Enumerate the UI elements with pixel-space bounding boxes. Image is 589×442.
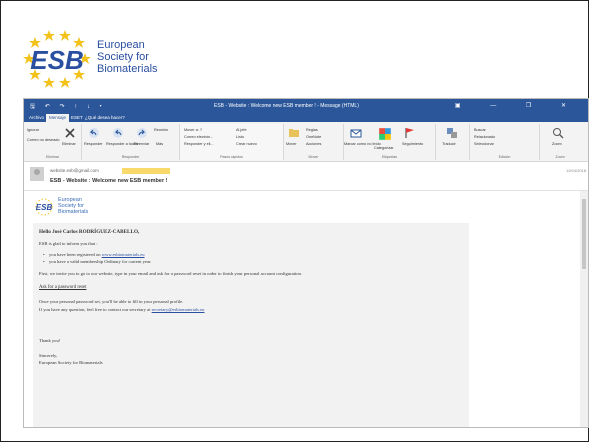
ribbon-tabs: Archivo Mensaje ESET ¿Qué desea hacer? bbox=[24, 113, 588, 122]
quick-step-move-to[interactable]: Mover a: ? bbox=[184, 128, 202, 132]
group-label-delete: Eliminar bbox=[46, 155, 59, 159]
vertical-scrollbar[interactable] bbox=[580, 191, 588, 427]
move-folder-icon[interactable] bbox=[288, 127, 300, 139]
tab-file[interactable]: Archivo bbox=[26, 114, 47, 122]
zoom-magnifier-icon[interactable] bbox=[552, 127, 564, 139]
tab-tell-me[interactable]: ¿Qué desea hacer? bbox=[82, 114, 128, 122]
questions-text: If you have any question, feel free to c… bbox=[39, 307, 204, 312]
reply-all-icon[interactable] bbox=[112, 127, 124, 139]
sender-address[interactable]: website.esb@gmail.com bbox=[50, 168, 99, 173]
translate-button[interactable]: Traducir bbox=[442, 142, 456, 146]
window-controls[interactable]: ▣ — ❐ ✕ bbox=[455, 102, 580, 109]
group-label-tags: Etiquetas bbox=[382, 155, 397, 159]
group-label-editing: Edición bbox=[498, 155, 511, 159]
rules-button[interactable]: Reglas bbox=[306, 128, 318, 132]
group-label-move: Mover bbox=[308, 155, 319, 159]
find-button[interactable]: Buscar bbox=[474, 128, 486, 132]
intro-text: ESB is glad to inform you that : bbox=[39, 241, 98, 246]
quick-step-to-manager[interactable]: Al jefe bbox=[236, 128, 247, 132]
email-logo-text: European Society for Biomaterials bbox=[58, 197, 88, 215]
title-bar: 🖫 ↶ ↷ ↑ ↓ ▾ ESB - Website : Welcome new … bbox=[24, 99, 588, 113]
categorize-icon[interactable] bbox=[378, 127, 392, 141]
once-text: Once your personal password set, you'll … bbox=[39, 299, 184, 304]
logo-line-1: European bbox=[97, 39, 145, 51]
bullet-membership: you have a valid membership Ordinary for… bbox=[43, 259, 151, 264]
group-editing: Buscar Relacionado Seleccionar Edición bbox=[470, 124, 540, 160]
delete-button[interactable]: Eliminar bbox=[62, 142, 76, 146]
scrollbar-thumb[interactable] bbox=[582, 199, 586, 269]
bullet-registered: you have been registered on www.esbiomat… bbox=[43, 252, 145, 257]
logo-text: European Society for Biomaterials bbox=[97, 39, 158, 75]
group-quick-steps: Mover a: ? Correo electrón... Responder … bbox=[180, 124, 284, 160]
questions-text-lead: If you have any question, feel free to c… bbox=[39, 307, 152, 312]
junk-button[interactable]: Correo no deseado bbox=[27, 138, 60, 142]
forward-icon[interactable] bbox=[136, 127, 148, 139]
secretary-email-link[interactable]: secretary@esbiomaterials.eu bbox=[152, 307, 205, 312]
email-content-card: Hello José Carlos RODRÍGUEZ-CABELLO, ESB… bbox=[33, 223, 469, 427]
more-button[interactable]: Más bbox=[156, 142, 163, 146]
onenote-button[interactable]: OneNote bbox=[306, 135, 321, 139]
invite-text: First, we invite you to go to our websit… bbox=[39, 271, 302, 276]
message-subject: ESB - Website : Welcome new ESB member ! bbox=[50, 178, 168, 184]
select-button[interactable]: Seleccionar bbox=[474, 142, 494, 146]
password-reset-link[interactable]: Ask for a password reset bbox=[39, 285, 86, 290]
greeting: Hello José Carlos RODRÍGUEZ-CABELLO, bbox=[39, 229, 140, 235]
message-date: 12/04/2018 bbox=[565, 168, 586, 173]
tab-message[interactable]: Mensaje bbox=[46, 114, 70, 122]
group-move: Mover Reglas OneNote Acciones Mover bbox=[284, 124, 344, 160]
signature-text: European Society for Biomaterials bbox=[39, 360, 103, 365]
reply-icon[interactable] bbox=[88, 127, 100, 139]
message-body: ESB European Society for Biomaterials He… bbox=[24, 191, 582, 427]
quick-access-toolbar[interactable]: 🖫 ↶ ↷ ↑ ↓ ▾ bbox=[30, 102, 106, 112]
group-label-zoom: Zoom bbox=[555, 155, 565, 159]
actions-button[interactable]: Acciones bbox=[306, 142, 321, 146]
svg-text:ESB: ESB bbox=[36, 203, 53, 212]
message-header: website.esb@gmail.com ESB - Website : We… bbox=[24, 163, 588, 191]
group-translate: Traducir bbox=[436, 124, 470, 160]
delete-x-icon[interactable] bbox=[64, 127, 76, 139]
related-button[interactable]: Relacionado bbox=[474, 135, 495, 139]
email-esb-logo: ESB bbox=[35, 198, 53, 216]
group-respond: Responder Responder a todos Reenviar Reu… bbox=[82, 124, 180, 160]
quick-step-create-new[interactable]: Crear nuevo bbox=[236, 142, 257, 146]
group-delete: Ignorar Correo no deseado Eliminar Elimi… bbox=[24, 124, 82, 160]
followup-button[interactable]: Seguimiento bbox=[402, 142, 423, 146]
website-link[interactable]: www.esbiomaterials.eu bbox=[102, 252, 145, 257]
bullet-registered-text: you have been registered on bbox=[49, 252, 102, 257]
followup-flag-icon[interactable] bbox=[404, 127, 416, 139]
mark-unread-icon[interactable] bbox=[350, 127, 362, 139]
translate-icon[interactable] bbox=[446, 127, 458, 139]
sincerely-text: Sincerely, bbox=[39, 353, 58, 358]
slide-frame: ESB European Society for Biomaterials 🖫 … bbox=[0, 0, 589, 442]
zoom-button[interactable]: Zoom bbox=[552, 142, 562, 146]
forward-button[interactable]: Reenviar bbox=[134, 142, 149, 146]
logo-line-3: Biomaterials bbox=[97, 63, 158, 75]
ignore-button[interactable]: Ignorar bbox=[27, 128, 39, 132]
thanks-text: Thank you! bbox=[39, 338, 61, 343]
window-title: ESB - Website : Welcome new ESB member !… bbox=[214, 103, 359, 109]
logo-line-2: Society for bbox=[97, 51, 149, 63]
categorize-button[interactable]: Categorizar bbox=[374, 146, 394, 150]
outlook-message-window: 🖫 ↶ ↷ ↑ ↓ ▾ ESB - Website : Welcome new … bbox=[23, 98, 589, 428]
recipient-highlight bbox=[122, 168, 170, 174]
quick-step-reply-delete[interactable]: Responder y eli... bbox=[184, 142, 214, 146]
reply-button[interactable]: Responder bbox=[84, 142, 103, 146]
move-button[interactable]: Mover bbox=[286, 142, 297, 146]
ribbon: Ignorar Correo no deseado Eliminar Elimi… bbox=[24, 122, 588, 162]
group-label-respond: Responder bbox=[121, 155, 140, 159]
quick-step-team-email[interactable]: Correo electrón... bbox=[184, 135, 213, 139]
group-tags: Marcar como no leído Categorizar Seguimi… bbox=[344, 124, 436, 160]
svg-text:ESB: ESB bbox=[30, 45, 83, 75]
quick-step-done[interactable]: Listo bbox=[236, 135, 244, 139]
group-label-quick-steps: Pasos rápidos bbox=[220, 155, 243, 159]
meeting-button[interactable]: Reunión bbox=[154, 128, 168, 132]
group-zoom: Zoom Zoom bbox=[540, 124, 580, 160]
sender-avatar bbox=[30, 167, 44, 181]
email-logo-line-3: Biomaterials bbox=[58, 209, 89, 215]
